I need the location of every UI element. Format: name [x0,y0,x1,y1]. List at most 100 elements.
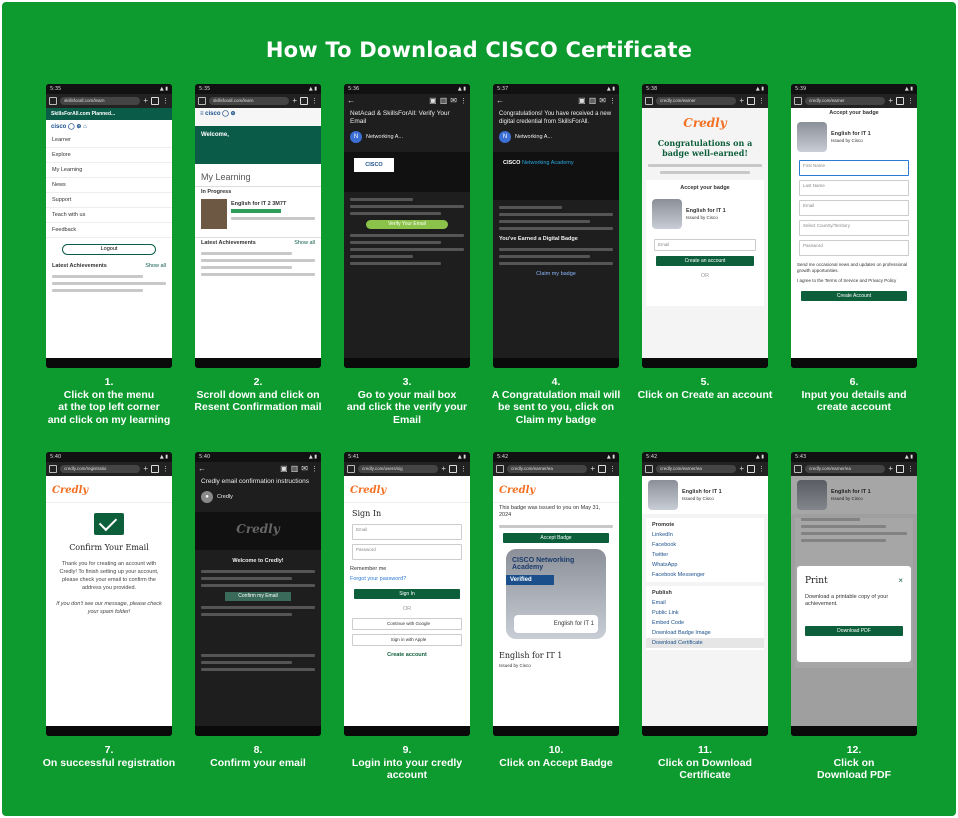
menu-icon: ⋮ [609,465,616,473]
home-icon [645,97,653,105]
terms-checkbox: I agree to the Terms of Service and Priv… [797,278,897,283]
delete-icon: ▥ [439,96,448,105]
plus-icon: + [739,464,744,473]
site-banner: SkillsForAll.com Planned... [46,108,172,120]
menu-item: Learner [46,133,172,148]
issuer-label: Issued by Cisco [831,137,863,143]
sign-in-button: Sign In [354,589,460,599]
sender-name: Networking A... [366,134,403,140]
phone-screenshot: 5:40 ▲ ▮ credly.com/registratio + ⋮ Credl… [46,452,172,736]
mail-toolbar: ← ▣ ▥ ✉ ⋮ [344,94,470,108]
email-field: Email [799,200,909,216]
browser-bar: credly.com/earner/ea + ⋮ [493,462,619,476]
back-arrow-icon: ← [496,96,504,105]
plus-icon: + [888,96,893,105]
spam-note: If you don't see our message, please che… [56,601,162,615]
step-caption: 5. Click on Create an account [637,376,773,401]
country-select: Select Country/Territory [799,220,909,236]
step-6: 5:39 ▲ ▮ credly.com/earner + ⋮ Accept you… [791,84,917,413]
step-caption: 10. Click on Accept Badge [499,744,613,769]
academy-label: Networking Academy [521,160,574,166]
last-name-field: Last Name [799,180,909,196]
create-account-button: Create an account [656,256,754,266]
earned-heading: You've Earned a Digital Badge [499,236,578,242]
archive-icon: ▣ [280,464,288,473]
plus-icon: + [441,464,446,473]
credly-logo: Credly [236,522,280,536]
phone-screenshot: 5:43 ▲ ▮ credly.com/earner/ea + ⋮ English… [791,452,917,736]
browser-bar: credly.com/users/sig + ⋮ [344,462,470,476]
phone-screenshot: 5:36 ▲ ▮ ← ▣ ▥ ✉ ⋮ NetAcad & SkillsForAll: V… [344,84,470,368]
remember-me-checkbox: Remember me [350,566,387,572]
section-heading: Latest Achievements [201,240,256,246]
publish-panel: Publish Email Public Link Embed Code Dow… [646,586,764,650]
step-10: 5:42 ▲ ▮ credly.com/earner/ea + ⋮ Credly … [493,452,619,769]
badge-image: CISCO Networking Academy Verified Englis… [506,549,606,639]
mail-icon: ✉ [301,464,308,473]
issuer-label: Issued by Cisco [682,495,714,501]
step-caption: 11. Click on Download Certificate [658,744,752,781]
course-thumbnail [201,199,227,229]
share-whatsapp: WhatsApp [652,562,678,568]
step-1: 5:35 ▲ ▮ skillsforall.com/learn + ⋮ Skill… [46,84,172,426]
delete-icon: ▥ [588,96,597,105]
create-account-link: Create account [387,652,427,658]
url-bar: credly.com/users/sig [358,465,439,473]
browser-bar: credly.com/earner + ⋮ [791,94,917,108]
menu-icon: ⋮ [311,97,318,105]
download-certificate-option: Download Certificate [646,638,764,648]
browser-bar: credly.com/earner + ⋮ [642,94,768,108]
verified-ribbon: Verified [506,575,554,585]
step-12: 5:43 ▲ ▮ credly.com/earner/ea + ⋮ English… [791,452,917,781]
delete-icon: ▥ [290,464,299,473]
apple-button: Sign in with Apple [352,634,462,646]
mail-subject: Credly email confirmation instructions [201,478,310,485]
badge-title: English for IT 1 [499,651,563,660]
back-arrow-icon: ← [198,464,206,473]
step-4: 5:37 ▲ ▮ ← ▣ ▥ ✉ ⋮ Congratulations! You have… [492,84,620,426]
menu-item: Feedback [46,223,172,238]
tabs-icon [300,97,308,105]
menu-item: Explore [46,148,172,163]
home-icon [794,97,802,105]
promote-heading: Promote [652,522,675,528]
step-caption: 12. Click on Download PDF [816,744,892,781]
archive-icon: ▣ [429,96,437,105]
infographic-board: How To Download CISCO Certificate 5:35 ▲ … [2,2,956,816]
badge-name: English for IT 1 [686,207,726,214]
menu-item: Support [46,193,172,208]
tabs-icon [747,465,755,473]
home-icon [496,465,504,473]
home-icon [645,465,653,473]
plus-icon: + [292,96,297,105]
menu-item: News [46,178,172,193]
password-field: Password [799,240,909,256]
or-divider: OR [700,273,710,279]
phone-screenshot: 5:40 ▲ ▮ ← ▣ ▥ ✉ ⋮ Credly email confirmation… [195,452,321,736]
share-facebook: Facebook [652,542,677,548]
tabs-icon [598,465,606,473]
phone-screenshot: 5:38 ▲ ▮ credly.com/earner + ⋮ Credly Con… [642,84,768,368]
first-name-field: First Name [799,160,909,176]
download-badge-image: Download Badge Image [652,630,711,636]
email-field: Email [654,239,756,251]
back-arrow-icon: ← [347,96,355,105]
menu-icon: ⋮ [907,465,914,473]
mail-icon: ✉ [450,96,457,105]
in-progress-label: In Progress [201,189,232,195]
logout-button: Logout [62,244,156,255]
step-caption: 4. A Congratulation mail will be sent to… [491,376,621,426]
plus-icon: + [888,464,893,473]
news-checkbox: Send me occasional news and updates on p… [797,262,908,273]
section-heading: Latest Achievements [52,263,107,269]
confirm-heading: Confirm Your Email [69,543,149,552]
or-divider: OR [402,606,412,612]
home-icon [794,465,802,473]
sender-name: Credly [217,494,233,500]
promote-panel: Promote LinkedIn Facebook Twitter WhatsA… [646,518,764,582]
phone-screenshot: 5:42 ▲ ▮ credly.com/earner/ea + ⋮ Credly … [493,452,619,736]
welcome-banner: Welcome, [195,126,321,164]
url-bar: credly.com/earner [656,97,737,105]
step-11: 5:42 ▲ ▮ credly.com/earner/ea + ⋮ English… [642,452,768,781]
download-pdf-button: Download PDF [805,626,903,636]
